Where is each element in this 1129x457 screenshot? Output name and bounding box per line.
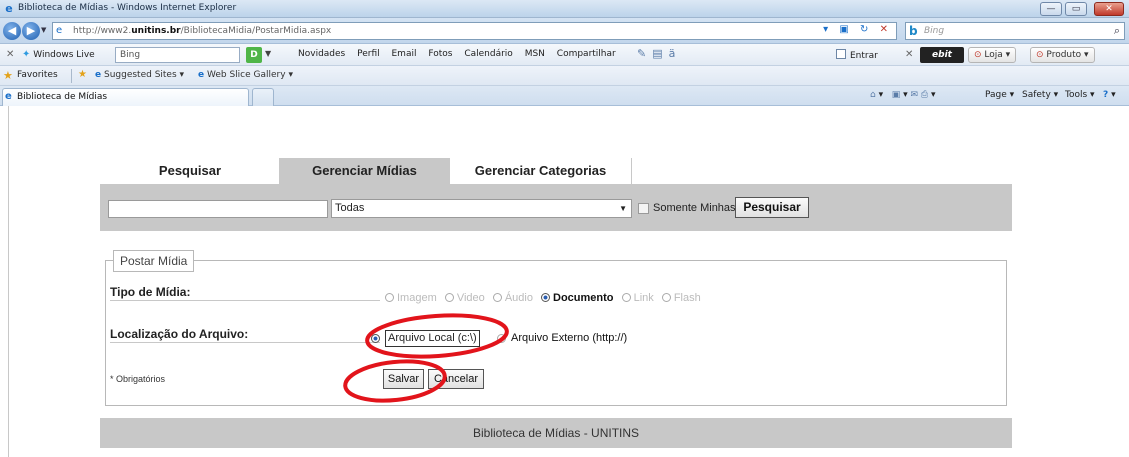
page-footer: Biblioteca de Mídias - UNITINS bbox=[100, 418, 1012, 448]
annotation-circle-arquivo-local bbox=[365, 313, 509, 359]
annotation-circle-salvar bbox=[343, 359, 447, 403]
ie-window: e Biblioteca de Mídias - Windows Interne… bbox=[0, 0, 1129, 457]
annotation-overlay bbox=[343, 313, 509, 403]
